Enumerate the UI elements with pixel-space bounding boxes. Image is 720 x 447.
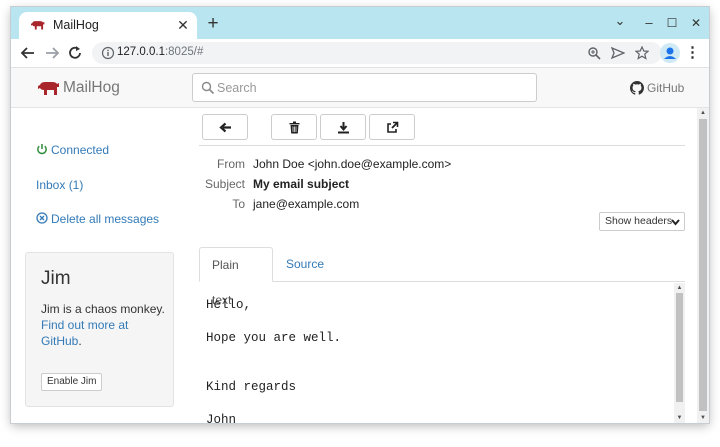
github-label: GitHub: [647, 81, 685, 95]
browser-tab[interactable]: MailHog ✕: [19, 12, 197, 39]
send-icon[interactable]: [611, 46, 625, 60]
window-close-button[interactable]: ✕: [688, 15, 704, 31]
download-icon: [338, 122, 349, 134]
search-icon: [201, 81, 215, 95]
browser-toolbar: 127.0.0.1:8025/# ⋮: [11, 39, 709, 68]
bookmark-star-icon[interactable]: [635, 46, 649, 60]
new-tab-button[interactable]: +: [204, 14, 222, 33]
maximize-button[interactable]: ☐: [664, 15, 680, 31]
scroll-up-arrow-icon[interactable]: ▲: [674, 283, 685, 293]
profile-avatar-icon[interactable]: [660, 43, 680, 63]
tab-plain-text[interactable]: Plain text: [199, 247, 273, 307]
to-label: To: [232, 197, 245, 211]
message-body: Hello, Hope you are well. Kind regards J…: [199, 284, 673, 423]
jim-github-link[interactable]: Find out more at GitHub: [41, 318, 128, 348]
scroll-down-arrow-icon[interactable]: ▼: [674, 413, 685, 423]
back-button[interactable]: [202, 114, 248, 140]
delete-circle-icon: [36, 212, 48, 224]
mailhog-navbar: MailHog GitHub: [11, 68, 709, 108]
browser-menu-icon[interactable]: ⋮: [685, 44, 700, 62]
mailhog-favicon-icon: [31, 21, 45, 30]
jim-panel: Jim Jim is a chaos monkey. Find out more…: [25, 252, 174, 407]
subject-label: Subject: [204, 177, 245, 191]
scrollbar-thumb[interactable]: [676, 293, 683, 402]
url-text[interactable]: 127.0.0.1:8025/#: [117, 46, 203, 58]
jim-text: Jim is a chaos monkey.: [41, 302, 165, 316]
minimize-button[interactable]: –: [641, 15, 657, 31]
jim-description: Jim is a chaos monkey. Find out more at …: [41, 301, 166, 349]
delete-message-button[interactable]: [271, 114, 317, 140]
github-icon: [630, 81, 644, 95]
forward-icon[interactable]: [43, 44, 61, 62]
browser-window: MailHog ✕ + ⌄ – ☐ ✕ 127.0.0.1:8025/# ⋮ M…: [11, 7, 709, 423]
browser-tab-strip: MailHog ✕ + ⌄ – ☐ ✕: [11, 7, 709, 39]
enable-jim-button[interactable]: Enable Jim: [41, 373, 103, 391]
search-input[interactable]: [217, 78, 529, 97]
page-scrollbar[interactable]: ▲ ▼: [697, 108, 709, 423]
page-scroll-down-arrow-icon[interactable]: ▼: [697, 413, 709, 423]
arrow-left-icon: [219, 122, 231, 133]
brand-name[interactable]: MailHog: [63, 79, 120, 97]
show-headers-label: Show headers: [605, 215, 673, 227]
mailhog-logo-icon[interactable]: [38, 80, 60, 96]
tab-source[interactable]: Source: [274, 247, 336, 282]
body-line: Kind regards: [206, 380, 297, 394]
body-line: John: [206, 413, 237, 423]
share-icon: [387, 121, 399, 133]
url-host: 127.0.0.1: [117, 46, 165, 58]
page-scrollbar-thumb[interactable]: [699, 119, 707, 411]
site-info-icon[interactable]: [101, 46, 115, 60]
trash-icon: [289, 121, 300, 134]
tab-close-icon[interactable]: ✕: [175, 17, 191, 33]
search-box[interactable]: [192, 73, 537, 102]
browser-tab-title: MailHog: [53, 18, 99, 32]
toolbar-divider: [199, 145, 685, 146]
release-button[interactable]: [369, 114, 415, 140]
message-body-scrollbar[interactable]: ▲ ▼: [674, 283, 685, 423]
body-line: Hope you are well.: [206, 331, 342, 345]
subject-value: My email subject: [253, 177, 350, 191]
address-bar[interactable]: 127.0.0.1:8025/#: [92, 42, 662, 64]
reload-icon[interactable]: [66, 44, 84, 62]
download-button[interactable]: [320, 114, 366, 140]
jim-title: Jim: [41, 268, 71, 289]
inbox-label: Inbox (1): [36, 178, 84, 192]
to-value: jane@example.com: [253, 197, 360, 211]
delete-all-label: Delete all messages: [51, 212, 160, 226]
url-path: :8025/#: [164, 46, 204, 58]
connected-label: Connected: [51, 143, 110, 157]
jim-link-suffix: .: [78, 334, 82, 348]
tab-search-dropdown-icon[interactable]: ⌄: [612, 13, 628, 29]
from-label: From: [217, 157, 245, 171]
page-scroll-up-arrow-icon[interactable]: ▲: [697, 108, 709, 118]
chevron-down-icon: [671, 219, 680, 226]
back-icon[interactable]: [19, 44, 37, 62]
body-line: Hello,: [206, 298, 252, 312]
show-headers-button[interactable]: Show headers: [599, 212, 685, 231]
from-value: John Doe <john.doe@example.com>: [253, 157, 452, 171]
zoom-icon[interactable]: [587, 46, 601, 60]
power-icon: [37, 144, 47, 155]
